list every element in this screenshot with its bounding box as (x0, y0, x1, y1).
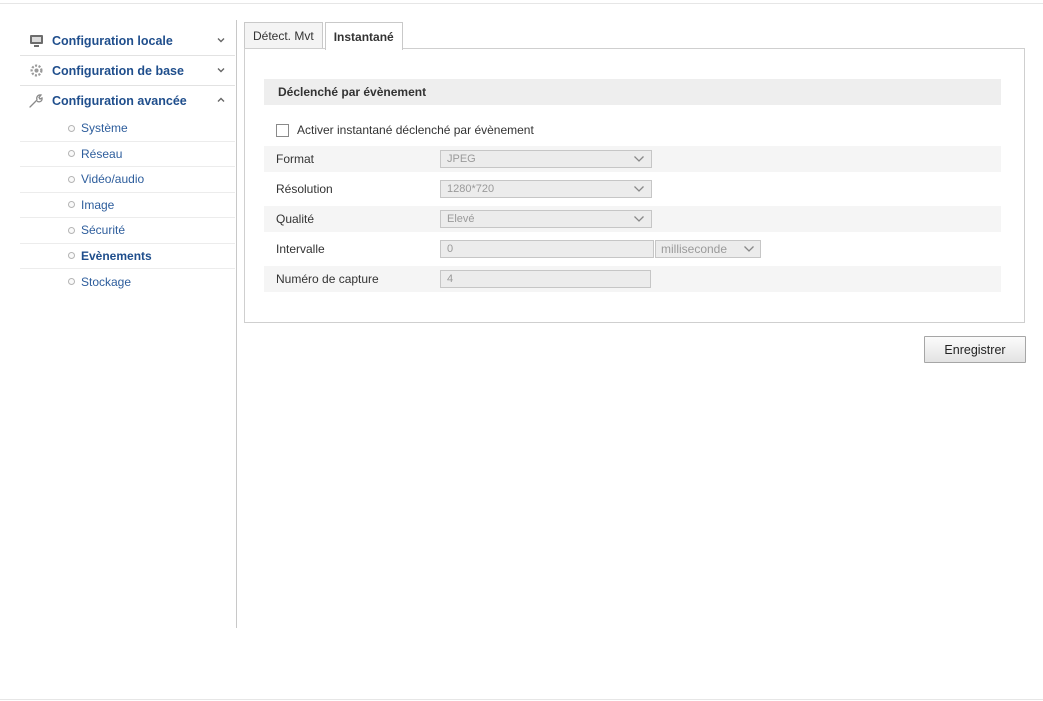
chevron-up-icon (217, 97, 225, 102)
top-divider (0, 3, 1043, 4)
snapshot-settings-panel: Déclenché par évènement Activer instanta… (244, 48, 1025, 323)
resolution-row: Résolution 1280*720 (264, 176, 1001, 202)
capture-number-input[interactable]: 4 (440, 270, 651, 288)
wrench-icon (28, 93, 44, 109)
interval-value: 0 (447, 243, 454, 255)
chevron-down-icon (217, 38, 225, 43)
sidebar-item-label: Evènements (81, 248, 152, 263)
bullet-icon (68, 252, 75, 260)
bullet-icon (68, 150, 75, 158)
sidebar-section-label: Configuration de base (52, 63, 184, 78)
interval-label: Intervalle (276, 242, 325, 256)
sidebar-section-label: Configuration locale (52, 33, 173, 48)
sidebar-item-label: Image (81, 197, 115, 212)
enable-snapshot-row[interactable]: Activer instantané déclenché par évèneme… (276, 123, 534, 137)
quality-label: Qualité (276, 212, 315, 226)
sidebar-section-label: Configuration avancée (52, 94, 187, 108)
format-value: JPEG (447, 153, 476, 165)
quality-value: Elevé (447, 213, 475, 225)
interval-unit-value: milliseconde (661, 242, 728, 256)
interval-input[interactable]: 0 (440, 240, 654, 258)
chevron-down-icon (744, 246, 754, 252)
sidebar-section-configuration-locale[interactable]: Configuration locale (20, 26, 235, 56)
bullet-icon (68, 278, 75, 286)
capture-number-label: Numéro de capture (276, 272, 379, 286)
bullet-icon (68, 124, 75, 132)
sidebar-item-systeme[interactable]: Système (20, 116, 235, 142)
resolution-label: Résolution (276, 182, 333, 196)
sidebar-divider (236, 20, 237, 628)
chevron-down-icon (634, 156, 644, 162)
format-select[interactable]: JPEG (440, 150, 652, 168)
advanced-config-submenu: Système Réseau Vidéo/audio Image Sécurit… (20, 116, 235, 295)
format-label: Format (276, 152, 315, 166)
section-title: Déclenché par évènement (264, 79, 1001, 105)
enable-snapshot-label: Activer instantané déclenché par évèneme… (297, 123, 534, 137)
resolution-select[interactable]: 1280*720 (440, 180, 652, 198)
sidebar-item-securite[interactable]: Sécurité (20, 218, 235, 244)
sidebar-item-video-audio[interactable]: Vidéo/audio (20, 167, 235, 193)
sidebar-nav: Configuration locale Configuration de ba… (20, 26, 235, 295)
bullet-icon (68, 226, 75, 234)
sidebar-item-image[interactable]: Image (20, 193, 235, 218)
monitor-icon (28, 33, 44, 49)
sidebar-item-label: Vidéo/audio (81, 172, 145, 187)
bullet-icon (68, 201, 75, 209)
quality-select[interactable]: Elevé (440, 210, 652, 228)
interval-row: Intervalle 0 milliseconde (264, 236, 1001, 262)
chevron-down-icon (634, 216, 644, 222)
sidebar-item-label: Sécurité (81, 223, 126, 238)
chevron-down-icon (217, 68, 225, 73)
gear-icon (28, 63, 44, 79)
tab-detect-mvt[interactable]: Détect. Mvt (244, 22, 323, 49)
quality-row: Qualité Elevé (264, 206, 1001, 232)
bullet-icon (68, 175, 75, 183)
sidebar-item-stockage[interactable]: Stockage (20, 269, 235, 295)
capture-number-value: 4 (447, 273, 454, 285)
sidebar-item-label: Réseau (81, 146, 123, 161)
sidebar-item-reseau[interactable]: Réseau (20, 142, 235, 167)
interval-unit-select[interactable]: milliseconde (655, 240, 761, 258)
sidebar-item-label: Stockage (81, 274, 132, 289)
sidebar-section-configuration-de-base[interactable]: Configuration de base (20, 56, 235, 86)
save-button[interactable]: Enregistrer (924, 336, 1026, 363)
format-row: Format JPEG (264, 146, 1001, 172)
sidebar-section-configuration-avancee[interactable]: Configuration avancée (20, 86, 235, 116)
sidebar-item-label: Système (81, 121, 128, 136)
tab-bar: Détect. Mvt Instantané (244, 22, 405, 50)
resolution-value: 1280*720 (447, 183, 495, 195)
capture-number-row: Numéro de capture 4 (264, 266, 1001, 292)
enable-snapshot-checkbox[interactable] (276, 123, 289, 137)
bottom-divider (0, 699, 1043, 700)
tab-instantane[interactable]: Instantané (324, 22, 403, 50)
chevron-down-icon (634, 186, 644, 192)
sidebar-item-evenements[interactable]: Evènements (20, 244, 235, 269)
